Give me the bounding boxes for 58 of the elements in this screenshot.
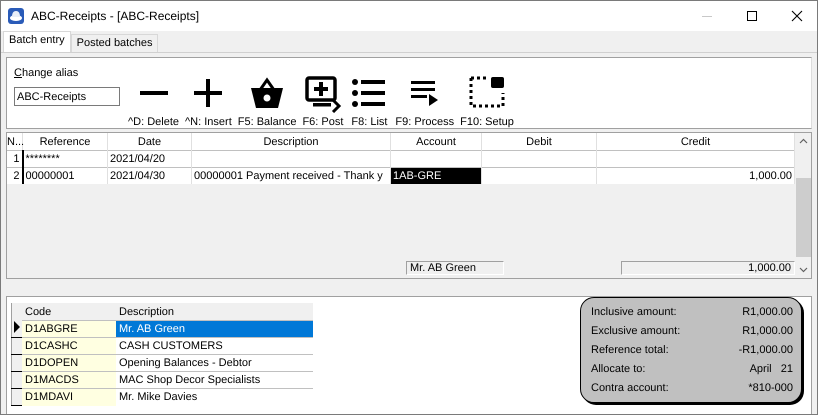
- scroll-thumb[interactable]: [796, 178, 810, 257]
- column-header[interactable]: Description: [192, 133, 390, 150]
- table-cell[interactable]: CASH CUSTOMERS: [116, 338, 313, 354]
- window-title: ABC-Receipts - [ABC-Receipts]: [31, 9, 200, 23]
- alias-field[interactable]: ABC-Receipts: [14, 87, 120, 106]
- summary-value: -R1,000.00: [738, 343, 793, 358]
- table-cell[interactable]: 1AB-GRE: [390, 168, 482, 184]
- table-cell[interactable]: D1CASHC: [22, 338, 116, 354]
- summary-label: Allocate to:: [591, 362, 646, 377]
- summary-value: R1,000.00: [742, 324, 793, 339]
- summary-label: Reference total:: [591, 343, 669, 358]
- table-cell[interactable]: ********: [22, 150, 108, 168]
- maximize-icon[interactable]: [746, 10, 758, 22]
- tab[interactable]: Posted batches: [70, 34, 158, 52]
- summary-value: *810-000: [748, 381, 793, 396]
- summary-label: Inclusive amount:: [591, 305, 677, 320]
- toolbar-button[interactable]: ^N: Insert: [182, 73, 235, 128]
- table-cell[interactable]: 2021/04/20: [108, 150, 192, 168]
- tab[interactable]: Batch entry: [3, 31, 71, 52]
- toolbar-button[interactable]: F6: Post: [299, 73, 346, 128]
- column-header[interactable]: Account: [390, 133, 482, 150]
- column-header[interactable]: Reference: [22, 133, 108, 150]
- summary-label: Contra account:: [591, 381, 669, 396]
- table-cell[interactable]: 00000001: [22, 168, 108, 184]
- table-cell[interactable]: 00000001 Payment received - Thank y: [192, 168, 390, 184]
- column-header[interactable]: N...: [7, 133, 22, 150]
- alias-label: Change alias: [14, 67, 80, 79]
- toolbar-button[interactable]: F8: List: [346, 73, 392, 128]
- table-cell[interactable]: 1,000.00: [596, 168, 794, 184]
- minus-icon: [140, 91, 168, 95]
- table-cell[interactable]: 2021/04/30: [108, 168, 192, 184]
- toolbar-button[interactable]: F10: Setup: [457, 73, 517, 128]
- table-cell[interactable]: D1MDAVI: [22, 388, 116, 406]
- scroll-down-icon[interactable]: [798, 267, 808, 273]
- table-cell[interactable]: MAC Shop Decor Specialists: [116, 372, 313, 388]
- summary-value: April 21: [750, 362, 793, 377]
- table-cell: 2: [7, 168, 22, 184]
- column-header[interactable]: Code: [22, 303, 116, 320]
- toolbar-button[interactable]: F5: Balance: [234, 73, 300, 128]
- summary-label: Exclusive amount:: [591, 324, 680, 339]
- table-cell[interactable]: D1ABGRE: [22, 320, 116, 338]
- table-cell: 1: [7, 150, 22, 168]
- column-header[interactable]: Description: [116, 303, 313, 320]
- table-cell[interactable]: Opening Balances - Debtor: [116, 354, 313, 372]
- table-cell[interactable]: D1DOPEN: [22, 354, 116, 372]
- toolbar-button[interactable]: ^D: Delete: [125, 73, 182, 128]
- app-icon: [8, 8, 24, 24]
- column-header[interactable]: Debit: [482, 133, 596, 150]
- table-cell[interactable]: Mr. Mike Davies: [116, 388, 313, 406]
- close-icon[interactable]: [791, 10, 803, 22]
- scroll-up-icon[interactable]: [798, 138, 808, 144]
- account-name-field: Mr. AB Green: [406, 261, 504, 275]
- table-cell[interactable]: Mr. AB Green: [116, 320, 313, 338]
- column-header[interactable]: Date: [108, 133, 192, 150]
- toolbar-button[interactable]: F9: Process: [392, 73, 458, 128]
- credit-total-field: 1,000.00: [621, 261, 795, 275]
- summary-value: R1,000.00: [742, 305, 793, 320]
- table-cell[interactable]: D1MACDS: [22, 372, 116, 388]
